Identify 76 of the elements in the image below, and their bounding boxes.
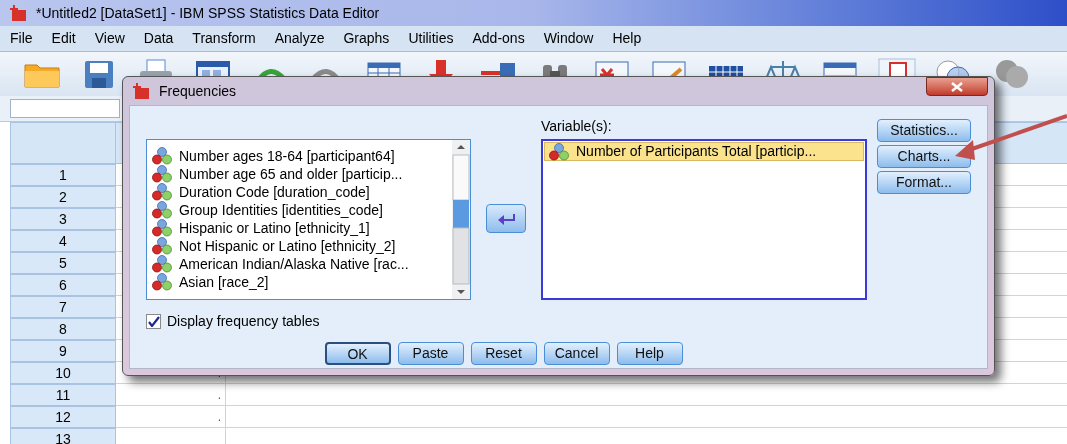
variable-name: Not Hispanic or Latino [ethnicity_2]	[179, 236, 396, 256]
dialog-button[interactable]: Format...	[877, 171, 971, 194]
table-cell-text: .	[217, 408, 221, 426]
variable-name: Number ages 18-64 [participant64]	[179, 146, 395, 166]
dialog-button[interactable]: Paste	[397, 342, 464, 365]
dialog-button[interactable]: Statistics...	[877, 119, 971, 142]
row-number[interactable]: 2	[10, 186, 116, 208]
variable-list-item[interactable]: Hispanic or Latino [ethnicity_1]	[151, 219, 453, 237]
variable-name: Duration Code [duration_code]	[179, 182, 370, 202]
variable-list-item[interactable]: Number of Participants Total [particip...	[544, 142, 864, 161]
row-number[interactable]: 9	[10, 340, 116, 362]
app-logo-icon	[131, 82, 151, 100]
variable-icon	[151, 147, 173, 165]
row-number[interactable]: 4	[10, 230, 116, 252]
table-cell-text: .	[217, 364, 221, 382]
display-frequency-checkbox[interactable]	[146, 314, 161, 329]
close-button[interactable]	[926, 77, 988, 96]
row-number[interactable]: 10	[10, 362, 116, 384]
app-logo-icon	[8, 4, 28, 22]
row-number[interactable]: 11	[10, 384, 116, 406]
variable-icon	[151, 255, 173, 273]
dialog-button[interactable]: Reset	[470, 342, 537, 365]
variable-icon	[151, 165, 173, 183]
variable-list-item[interactable]: Asian [race_2]	[151, 273, 453, 291]
row-number[interactable]: 1	[10, 164, 116, 186]
checkmark-icon	[147, 316, 160, 327]
variable-list-item[interactable]: Duration Code [duration_code]	[151, 183, 453, 201]
variables-label: Variable(s):	[541, 117, 613, 136]
variable-list-item[interactable]: Not Hispanic or Latino [ethnicity_2]	[151, 237, 453, 255]
variable-icon	[151, 183, 173, 201]
variable-icon	[151, 201, 173, 219]
menu-item[interactable]: File	[10, 28, 33, 49]
dialog-button[interactable]: OK	[324, 342, 391, 365]
move-button[interactable]	[486, 204, 527, 233]
vertical-scrollbar[interactable]	[452, 140, 471, 299]
menu-item[interactable]: Analyze	[274, 28, 325, 49]
row-number[interactable]: 7	[10, 296, 116, 318]
menu-item[interactable]: Add-ons	[472, 28, 525, 49]
variable-icon	[151, 219, 173, 237]
checkbox-label: Display frequency tables	[167, 312, 320, 331]
menu-item[interactable]: Data	[143, 28, 174, 49]
dialog-button[interactable]: Charts...	[877, 145, 971, 168]
variable-list-item[interactable]: American Indian/Alaska Native [rac...	[151, 255, 453, 273]
close-icon	[951, 81, 963, 92]
variable-list-item[interactable]: Number age 65 and older [particip...	[151, 165, 453, 183]
row-number[interactable]: 5	[10, 252, 116, 274]
variable-name: Number of Participants Total [particip...	[576, 142, 817, 161]
variable-name: Hispanic or Latino [ethnicity_1]	[179, 218, 370, 238]
row-number[interactable]: 12	[10, 406, 116, 428]
menu-item[interactable]: Graphs	[343, 28, 390, 49]
menu-item[interactable]: Window	[543, 28, 594, 49]
variable-icon	[151, 237, 173, 255]
row-number[interactable]: 3	[10, 208, 116, 230]
row-number[interactable]: 6	[10, 274, 116, 296]
variable-list-item[interactable]: Number ages 18-64 [participant64]	[151, 147, 453, 165]
variable-name: American Indian/Alaska Native [rac...	[179, 254, 409, 274]
variable-icon	[548, 142, 570, 161]
menu-item[interactable]: Transform	[192, 28, 256, 49]
dialog-title: Frequencies	[159, 81, 237, 101]
dialog-button[interactable]: Cancel	[543, 342, 610, 365]
variable-list-item[interactable]: Group Identities [identities_code]	[151, 201, 453, 219]
menu-item[interactable]: Utilities	[408, 28, 454, 49]
variable-name: Asian [race_2]	[179, 272, 269, 292]
dialog-button[interactable]: Help	[616, 342, 683, 365]
menu-item[interactable]: Edit	[51, 28, 76, 49]
row-number[interactable]: 8	[10, 318, 116, 340]
table-cell-text: .	[217, 386, 221, 404]
window-title: *Untitled2 [DataSet1] - IBM SPSS Statistics Data Editor	[36, 3, 380, 23]
menu-item[interactable]: Help	[612, 28, 642, 49]
variable-icon	[151, 273, 173, 291]
variable-name: Number age 65 and older [particip...	[179, 164, 403, 184]
row-number[interactable]: 13	[10, 428, 116, 444]
left-arrow-icon	[497, 211, 516, 226]
cell-reference-field[interactable]	[10, 99, 120, 118]
variable-name: Group Identities [identities_code]	[179, 200, 383, 220]
menu-item[interactable]: View	[94, 28, 125, 49]
